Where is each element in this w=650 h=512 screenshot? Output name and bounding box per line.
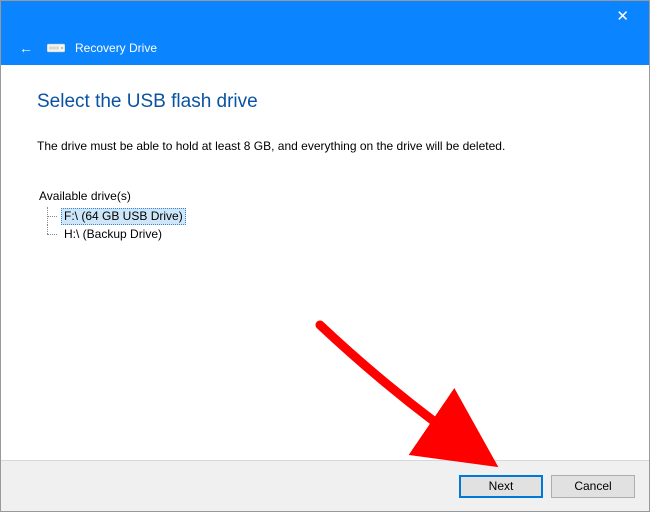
page-heading: Select the USB flash drive [37, 91, 613, 113]
page-description: The drive must be able to hold at least … [37, 139, 613, 153]
cancel-button[interactable]: Cancel [551, 475, 635, 498]
window-titlebar: ✕ [1, 1, 649, 31]
wizard-title: Recovery Drive [75, 41, 157, 55]
recovery-drive-icon [47, 41, 65, 55]
drive-item-label: H:\ (Backup Drive) [61, 226, 165, 243]
drive-item[interactable]: F:\ (64 GB USB Drive) [43, 207, 613, 225]
drive-item[interactable]: H:\ (Backup Drive) [43, 225, 613, 243]
drive-item-label: F:\ (64 GB USB Drive) [61, 208, 186, 225]
recovery-drive-wizard: ✕ ← Recovery Drive Select the USB flash … [0, 0, 650, 512]
drives-list: F:\ (64 GB USB Drive) H:\ (Backup Drive) [43, 207, 613, 243]
tree-branch-icon [43, 225, 61, 243]
close-icon[interactable]: ✕ [608, 5, 637, 28]
drives-label: Available drive(s) [39, 189, 613, 203]
wizard-content: Select the USB flash drive The drive mus… [1, 65, 649, 460]
tree-branch-icon [43, 207, 61, 225]
next-button[interactable]: Next [459, 475, 543, 498]
wizard-header: ← Recovery Drive [1, 31, 649, 65]
wizard-footer: Next Cancel [1, 460, 649, 511]
back-arrow-icon[interactable]: ← [15, 38, 37, 58]
